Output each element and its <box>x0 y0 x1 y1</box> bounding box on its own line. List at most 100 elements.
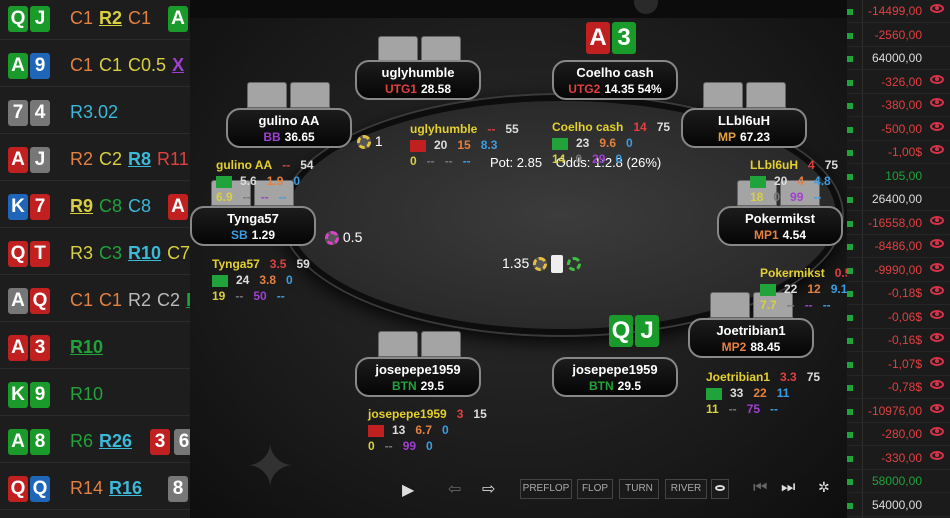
result-row[interactable]: -0,06$ <box>847 306 950 329</box>
hud-stat: 59 <box>296 257 310 271</box>
seat-gulino[interactable]: gulino AA BB 36.65 <box>226 108 352 148</box>
hud-stats-llbl[interactable]: LLbl6uH 4 75 20 4 4.8 18 0 99 -- <box>750 157 848 205</box>
result-value: 105,00 <box>885 168 922 183</box>
result-row[interactable]: -0,78$ <box>847 376 950 399</box>
preflop-button[interactable]: PREFLOP <box>520 479 572 499</box>
eye-icon[interactable] <box>930 4 944 13</box>
result-row[interactable]: -326,00 <box>847 71 950 94</box>
result-row[interactable]: -10976,00 <box>847 400 950 423</box>
hud-stat: 13 <box>392 423 406 437</box>
result-row[interactable]: -0,18$ <box>847 282 950 305</box>
eye-icon <box>715 485 725 491</box>
eye-icon[interactable] <box>930 121 944 131</box>
eye-icon[interactable] <box>930 215 944 225</box>
hand-history-row[interactable]: A 3 R10 <box>0 329 190 369</box>
result-row[interactable]: 105,00 <box>847 165 950 188</box>
seat-joetribian[interactable]: Joetribian1 MP2 88.45 <box>688 318 814 358</box>
result-row[interactable]: -2560,00 <box>847 24 950 47</box>
board-card: 6 <box>174 429 190 455</box>
hud-color-tag <box>552 137 568 150</box>
result-row[interactable]: -380,00 <box>847 94 950 117</box>
hand-history-row[interactable]: A 8 R6 R26 3 6 <box>0 423 190 463</box>
hand-history-row[interactable]: Q Q R14 R16 8 <box>0 470 190 510</box>
hand-history-row[interactable]: K 9 R10 <box>0 376 190 416</box>
hud-stat: -- <box>278 190 287 204</box>
hud-stats-tynga[interactable]: Tynga57 3.5 59 24 3.8 0 19 -- 50 -- <box>212 256 320 304</box>
hud-player-name: Joetribian1 <box>706 370 771 384</box>
result-row[interactable]: -1,00$ <box>847 141 950 164</box>
hand-history-row[interactable]: 7 4 R3.02 <box>0 94 190 134</box>
hand-history-row[interactable]: K 7 R9 C8 C8 A <box>0 188 190 228</box>
skip-end-icon[interactable]: ⏭ <box>781 479 795 497</box>
turn-button[interactable]: TURN <box>619 479 659 499</box>
playing-card: Q <box>30 476 50 502</box>
eye-icon[interactable] <box>930 403 944 413</box>
hand-history-row[interactable]: Q T R3 C3 R10 C7 <box>0 235 190 275</box>
playing-card: A <box>8 147 28 173</box>
result-row[interactable]: 26400,00 <box>847 188 950 211</box>
result-row[interactable]: -1,07$ <box>847 353 950 376</box>
result-row[interactable]: 58000,00 <box>847 470 950 493</box>
seat-bet-gulino: 1 <box>357 133 383 150</box>
result-row[interactable]: -14499,00 <box>847 0 950 23</box>
result-row[interactable]: 64000,00 <box>847 47 950 70</box>
settings-gear-icon[interactable]: ✲ <box>818 479 830 496</box>
eye-icon[interactable] <box>930 286 944 295</box>
eye-icon[interactable] <box>930 450 944 460</box>
seat-coelho[interactable]: Coelho cash UTG2 14.35 54% <box>552 60 678 100</box>
result-row[interactable]: -330,00 <box>847 447 950 470</box>
seat-uglyhumble[interactable]: uglyhumble UTG1 28.58 <box>355 60 481 100</box>
seat-josepepe[interactable]: josepepe1959 BTN 29.5 <box>355 357 481 397</box>
step-forward-icon[interactable]: ⇨ <box>482 479 495 499</box>
seat-pokermikst[interactable]: Pokermikst MP1 4.54 <box>717 206 843 246</box>
eye-icon[interactable] <box>930 333 944 342</box>
hud-stat: 3.5 <box>269 257 287 271</box>
eye-icon[interactable] <box>930 356 944 366</box>
eye-icon[interactable] <box>930 262 944 272</box>
result-row[interactable]: -9990,00 <box>847 259 950 282</box>
result-row[interactable]: -16558,00 <box>847 212 950 235</box>
eye-icon[interactable] <box>930 145 944 154</box>
show-cards-toggle[interactable] <box>711 479 729 499</box>
seat-hero[interactable]: josepepe1959 BTN 29.5 <box>552 357 678 397</box>
hud-stats-uglyhumble[interactable]: uglyhumble -- 55 20 15 8.3 0 -- -- -- <box>410 121 529 169</box>
hud-stats-joetribian[interactable]: Joetribian1 3.3 75 33 22 11 11 -- 75 -- <box>706 369 830 417</box>
result-row[interactable]: -8486,00 <box>847 235 950 258</box>
hud-stats-josepepe[interactable]: josepepe1959 3 15 13 6.7 0 0 -- 99 0 <box>368 406 497 454</box>
hand-history-row[interactable]: Q J C1 R2 C1 A <box>0 0 190 40</box>
result-row[interactable]: -280,00 <box>847 423 950 446</box>
result-marker <box>847 197 853 203</box>
result-value: -2560,00 <box>874 27 922 42</box>
playing-card: J <box>30 6 50 32</box>
result-marker <box>847 385 853 391</box>
hud-stat: 11 <box>776 386 790 400</box>
result-row[interactable]: -500,00 <box>847 118 950 141</box>
hud-stats-gulino[interactable]: gulino AA -- 54 5.6 1.9 0 6.9 -- -- -- <box>216 157 324 205</box>
flop-button[interactable]: FLOP <box>577 479 613 499</box>
river-button[interactable]: RIVER <box>665 479 707 499</box>
playing-card: K <box>8 382 28 408</box>
board-card: 3 <box>150 429 170 455</box>
hud-stats-coelho[interactable]: Coelho cash 14 75 23 9.6 0 14 0 29 0 <box>552 119 680 167</box>
result-row[interactable]: -0,16$ <box>847 329 950 352</box>
eye-icon[interactable] <box>930 427 944 436</box>
eye-icon[interactable] <box>930 239 944 248</box>
hud-stat: 22 <box>784 282 798 296</box>
skip-start-icon[interactable]: ⏮ <box>753 479 767 497</box>
eye-icon[interactable] <box>930 380 944 389</box>
seat-llbl[interactable]: LLbl6uH MP 67.23 <box>681 108 807 148</box>
seat-tynga[interactable]: Tynga57 SB 1.29 <box>190 206 316 246</box>
action-token: R3.02 <box>70 102 119 122</box>
eye-icon[interactable] <box>930 98 944 107</box>
result-row[interactable]: 54000,00 <box>847 494 950 517</box>
hud-stat: 15 <box>457 138 471 152</box>
hud-stat: -- <box>822 298 831 312</box>
step-back-icon[interactable]: ⇦ <box>448 479 461 499</box>
hand-history-row[interactable]: AQ C1C1R2C2R <box>0 282 190 322</box>
hand-history-row[interactable]: A 9 C1 C1 C0.5 X <box>0 47 190 87</box>
eye-icon[interactable] <box>930 74 944 84</box>
action-token: R10 <box>128 243 162 263</box>
play-icon[interactable]: ▶ <box>402 480 414 500</box>
eye-icon[interactable] <box>930 309 944 319</box>
hand-history-row[interactable]: A J R2 C2 R8 R11 <box>0 141 190 181</box>
